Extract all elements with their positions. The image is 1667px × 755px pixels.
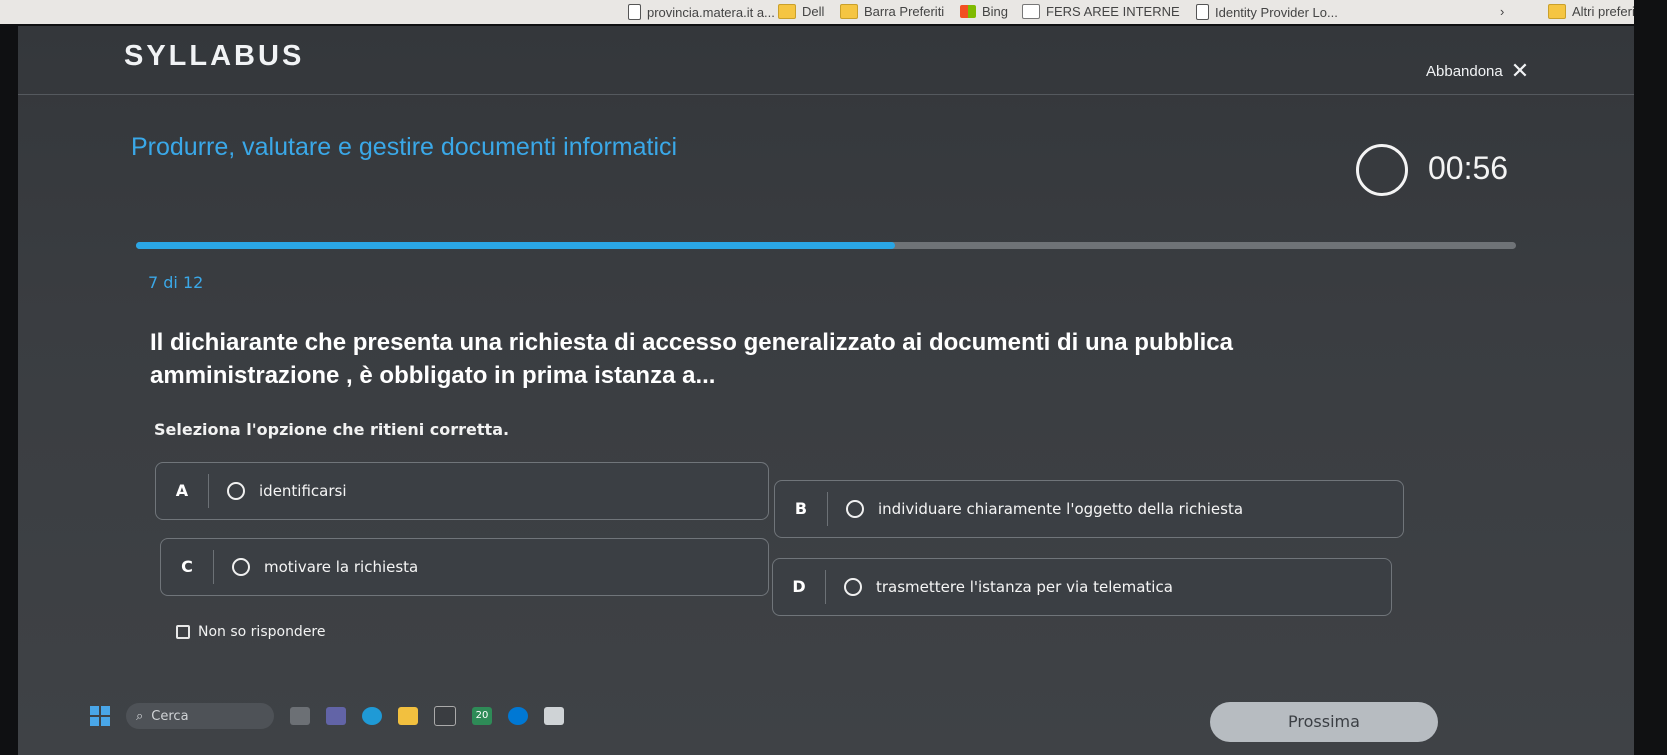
favorite-label: Dell [802,4,825,19]
teams-icon[interactable] [326,707,346,725]
taskbar: ⌕ Cerca 20 [90,696,570,736]
option-c[interactable]: C motivare la richiesta [160,538,769,596]
calendar-badge-icon[interactable]: 20 [472,707,492,725]
progress-bar [136,242,1516,249]
favorite-label: Identity Provider Lo... [1215,4,1338,20]
option-letter: A [156,474,209,508]
favorite-identity-provider[interactable]: Identity Provider Lo... [1196,4,1338,20]
folder-icon [1548,4,1566,19]
next-button[interactable]: Prossima [1210,702,1438,742]
radio-icon[interactable] [227,482,245,500]
microsoft-icon [960,5,976,18]
favorite-dell[interactable]: Dell [778,4,824,19]
favorite-fers[interactable]: FERS AREE INTERNE [1022,4,1180,19]
option-label: identificarsi [259,482,347,500]
option-label: motivare la richiesta [264,558,419,576]
favorites-overflow-chevron[interactable]: › [1500,4,1504,19]
option-label: individuare chiaramente l'oggetto della … [878,500,1244,518]
option-label: trasmettere l'istanza per via telematica [876,578,1173,596]
progress-fill [136,242,895,249]
radio-icon[interactable] [232,558,250,576]
favorite-bing[interactable]: Bing [960,4,1008,19]
option-a[interactable]: A identificarsi [155,462,769,520]
close-icon: ✕ [1510,58,1530,83]
app-icon[interactable] [544,707,564,725]
abandon-label: Abbandona [1426,62,1503,80]
edge-icon[interactable] [362,707,382,725]
folder-icon [1022,4,1040,19]
exam-app: SYLLABUS Abbandona ✕ Produrre, valutare … [18,26,1667,755]
option-d[interactable]: D trasmettere l'istanza per via telemati… [772,558,1392,616]
document-icon [1196,4,1209,20]
taskbar-search[interactable]: ⌕ Cerca [126,703,274,729]
option-letter: D [773,570,826,604]
search-icon: ⌕ [136,708,144,724]
favorite-label: FERS AREE INTERNE [1046,4,1180,19]
header-divider [18,94,1648,95]
badge-count: 20 [475,710,489,721]
favorite-barra-preferiti[interactable]: Barra Preferiti [840,4,944,19]
page-icon [628,4,641,20]
favorite-label: provincia.matera.it a... [647,4,775,20]
folder-icon [778,4,796,19]
syllabus-logo: SYLLABUS [124,40,305,72]
favorite-label: Altri preferiti [1572,4,1642,19]
folder-icon [840,4,858,19]
checkbox-icon[interactable] [176,625,190,639]
chevron-right-icon: › [1500,4,1505,19]
timer-ring-icon [1356,144,1408,196]
favorite-label: Bing [982,4,1009,19]
windows-start-icon[interactable] [90,706,110,726]
dont-know-checkbox[interactable]: Non so rispondere [176,624,326,640]
monitor-bezel [1634,0,1667,755]
favorite-provincia[interactable]: provincia.matera.it a... [628,4,775,20]
course-title: Produrre, valutare e gestire documenti i… [131,133,678,161]
dont-know-label: Non so rispondere [198,624,326,640]
option-letter: B [775,492,828,526]
favorites-bar: provincia.matera.it a... Dell Barra Pref… [0,0,1667,24]
radio-icon[interactable] [846,500,864,518]
favorite-altri-preferiti[interactable]: Altri preferiti [1548,4,1641,19]
option-b[interactable]: B individuare chiaramente l'oggetto dell… [774,480,1404,538]
question-text: Il dichiarante che presenta una richiest… [150,329,1233,389]
store-icon[interactable] [434,706,456,726]
task-view-icon[interactable] [290,707,310,725]
option-letter: C [161,550,214,584]
favorite-label: Barra Preferiti [864,4,945,19]
question-instruction: Seleziona l'opzione che ritieni corretta… [154,420,510,439]
app-icon[interactable] [508,707,528,725]
abandon-button[interactable]: Abbandona ✕ [1426,58,1530,83]
file-explorer-icon[interactable] [398,707,418,725]
radio-icon[interactable] [844,578,862,596]
search-placeholder: Cerca [151,708,189,724]
countdown-timer: 00:56 [1428,150,1509,186]
question-counter: 7 di 12 [148,273,204,292]
